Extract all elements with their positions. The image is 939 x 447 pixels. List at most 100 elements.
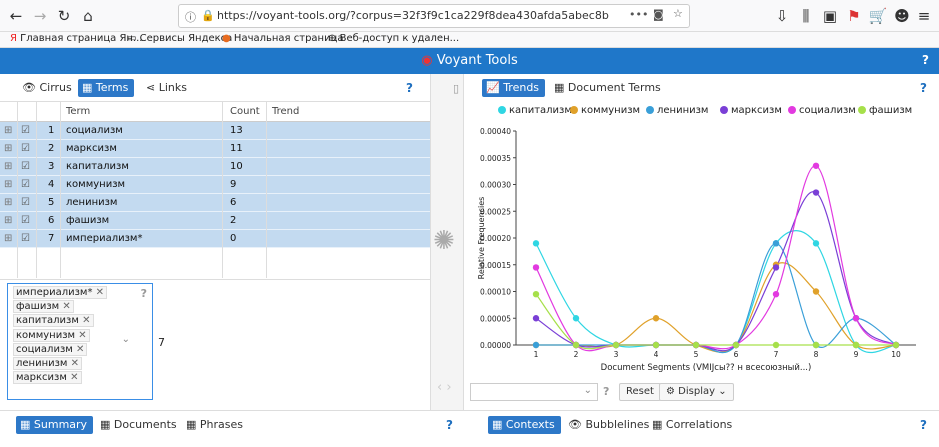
gear-icon: ⚙ <box>666 386 675 397</box>
chart-icon: 📈 <box>486 81 500 94</box>
tab-cirrus[interactable]: 👁 Cirrus <box>18 79 78 97</box>
expand-icon[interactable]: ⊞ <box>4 233 12 244</box>
library-icon[interactable]: ⫼ <box>796 6 816 26</box>
help-icon[interactable]: ? <box>603 385 609 398</box>
checkbox[interactable]: ☑ <box>21 125 30 136</box>
panel-splitter[interactable]: ▯ ✺ ‹ › <box>430 74 464 410</box>
chevron-down-icon[interactable]: ⌄ <box>122 334 130 345</box>
stoplist-chip[interactable]: коммунизм ✕ <box>13 328 90 342</box>
table-row[interactable]: ⊞ ☑ 7 империализм* 0 <box>0 230 430 248</box>
bookmark-star-icon[interactable]: ☆ <box>673 7 683 20</box>
column-trend[interactable]: Trend <box>272 106 299 117</box>
stoplist-chip[interactable]: марксизм ✕ <box>13 371 82 385</box>
stoplist-field[interactable]: ? ⌄ империализм* ✕ фашизм ✕ капитализм ✕ ко… <box>7 283 153 400</box>
y-tick-label: 0.00005 <box>480 314 511 323</box>
table-row[interactable]: ⊞ ☑ 5 ленинизм 6 <box>0 194 430 212</box>
tab-phrases[interactable]: ▦ Phrases <box>182 416 249 434</box>
page-actions-icon[interactable]: ••• <box>629 8 648 21</box>
back-icon[interactable]: ← <box>6 6 26 26</box>
bookmark-yandex-services[interactable]: ▭ Сервисы Яндекса <box>127 33 232 44</box>
close-icon[interactable]: ✕ <box>71 358 79 369</box>
column-term[interactable]: Term <box>66 106 90 117</box>
tab-label: Links <box>158 81 187 94</box>
url-bar[interactable]: ⓘ 🔒 https://voyant-tools.org/?corpus=32f… <box>178 4 690 28</box>
expand-icon[interactable]: ⊞ <box>4 197 12 208</box>
info-icon[interactable]: ⓘ <box>185 9 196 25</box>
forward-icon[interactable]: → <box>30 6 50 26</box>
tab-contexts[interactable]: ▦ Contexts <box>488 416 561 434</box>
stoplist-chip[interactable]: социализм ✕ <box>13 342 88 356</box>
close-icon[interactable]: ✕ <box>78 330 86 341</box>
grid-divider <box>17 102 18 278</box>
help-icon[interactable]: ? <box>920 81 927 95</box>
home-icon[interactable]: ⌂ <box>78 6 98 26</box>
x-tick-label: 7 <box>774 350 779 359</box>
tab-label: Document Terms <box>567 81 661 94</box>
checkbox[interactable]: ☑ <box>21 233 30 244</box>
tab-summary[interactable]: ▦ Summary <box>16 416 94 434</box>
checkbox[interactable]: ☑ <box>21 197 30 208</box>
table-row[interactable]: ⊞ ☑ 1 социализм 13 <box>0 122 430 140</box>
help-icon[interactable]: ? <box>141 287 147 300</box>
account-icon[interactable]: ☻ <box>892 6 912 26</box>
sidebar-icon[interactable]: ▣ <box>820 6 840 26</box>
cart-icon[interactable]: 🛒 <box>868 6 888 26</box>
expand-icon[interactable]: ⊞ <box>4 215 12 226</box>
reload-icon[interactable]: ↻ <box>54 6 74 26</box>
expand-icon[interactable]: ⊞ <box>4 179 12 190</box>
bookmark-yandex[interactable]: Я Главная страница Ян... <box>10 33 142 44</box>
count-cell: 0 <box>230 233 237 244</box>
prev-next-icon[interactable]: ‹ › <box>437 380 452 395</box>
app-title-wrap: ◉ Voyant Tools <box>0 53 939 68</box>
menu-icon[interactable]: ≡ <box>914 6 934 26</box>
close-icon[interactable]: ✕ <box>96 287 104 298</box>
checkbox[interactable]: ☑ <box>21 161 30 172</box>
table-row[interactable]: ⊞ ☑ 3 капитализм 10 <box>0 158 430 176</box>
term-search-input[interactable]: ⌄ <box>470 383 598 401</box>
stoplist-chip[interactable]: ленинизм ✕ <box>13 357 83 370</box>
tab-document-terms[interactable]: ▦ Document Terms <box>550 79 667 97</box>
tab-trends[interactable]: 📈 Trends <box>482 79 546 97</box>
grid-divider <box>266 102 267 278</box>
table-row[interactable]: ⊞ ☑ 2 марксизм 11 <box>0 140 430 158</box>
collapse-icon[interactable]: ▯ <box>453 82 459 95</box>
expand-icon[interactable]: ⊞ <box>4 143 12 154</box>
reset-button[interactable]: Reset <box>619 383 661 401</box>
url-text[interactable]: https://voyant-tools.org/?corpus=32f3f9c… <box>217 9 609 22</box>
expand-icon[interactable]: ⊞ <box>4 161 12 172</box>
tab-documents[interactable]: ▦ Documents <box>96 416 183 434</box>
checkbox[interactable]: ☑ <box>21 143 30 154</box>
expand-icon[interactable]: ⊞ <box>4 125 12 136</box>
tab-label: Summary <box>33 418 88 431</box>
chevron-down-icon[interactable]: ⌄ <box>584 385 592 396</box>
stoplist-chip[interactable]: империализм* ✕ <box>13 286 108 299</box>
stoplist-chip[interactable]: фашизм ✕ <box>13 300 74 314</box>
close-icon[interactable]: ✕ <box>62 301 70 312</box>
close-icon[interactable]: ✕ <box>82 315 90 326</box>
series-line <box>535 230 897 354</box>
table-row[interactable]: ⊞ ☑ 4 коммунизм 9 <box>0 176 430 194</box>
flag-icon[interactable]: ⚑ <box>844 6 864 26</box>
close-icon[interactable]: ✕ <box>76 344 84 355</box>
help-icon[interactable]: ? <box>406 81 413 95</box>
downloads-icon[interactable]: ⇩ <box>772 6 792 26</box>
tab-correlations[interactable]: ▦ Correlations <box>648 416 738 434</box>
close-icon[interactable]: ✕ <box>70 372 78 383</box>
pocket-icon[interactable]: ◙ <box>653 8 664 21</box>
tab-terms[interactable]: ▦ Terms <box>78 79 135 97</box>
bookmark-start-page[interactable]: ● Начальная страница <box>222 33 344 44</box>
help-icon[interactable]: ? <box>922 53 929 67</box>
help-icon[interactable]: ? <box>920 418 927 432</box>
bookmark-web-access[interactable]: ⊕ Веб-доступ к удален... <box>328 33 459 44</box>
checkbox[interactable]: ☑ <box>21 215 30 226</box>
table-row[interactable]: ⊞ ☑ 6 фашизм 2 <box>0 212 430 230</box>
tab-links[interactable]: ⋖ Links <box>142 79 193 97</box>
data-point <box>532 290 540 298</box>
column-count[interactable]: Count <box>230 106 260 117</box>
chip-label: империализм* <box>16 287 93 298</box>
stoplist-chip[interactable]: капитализм ✕ <box>13 314 94 328</box>
help-icon[interactable]: ? <box>446 418 453 432</box>
tab-bubblelines[interactable]: 👁 Bubblelines <box>564 416 655 434</box>
display-button[interactable]: ⚙ Display ⌄ <box>659 383 734 401</box>
checkbox[interactable]: ☑ <box>21 179 30 190</box>
